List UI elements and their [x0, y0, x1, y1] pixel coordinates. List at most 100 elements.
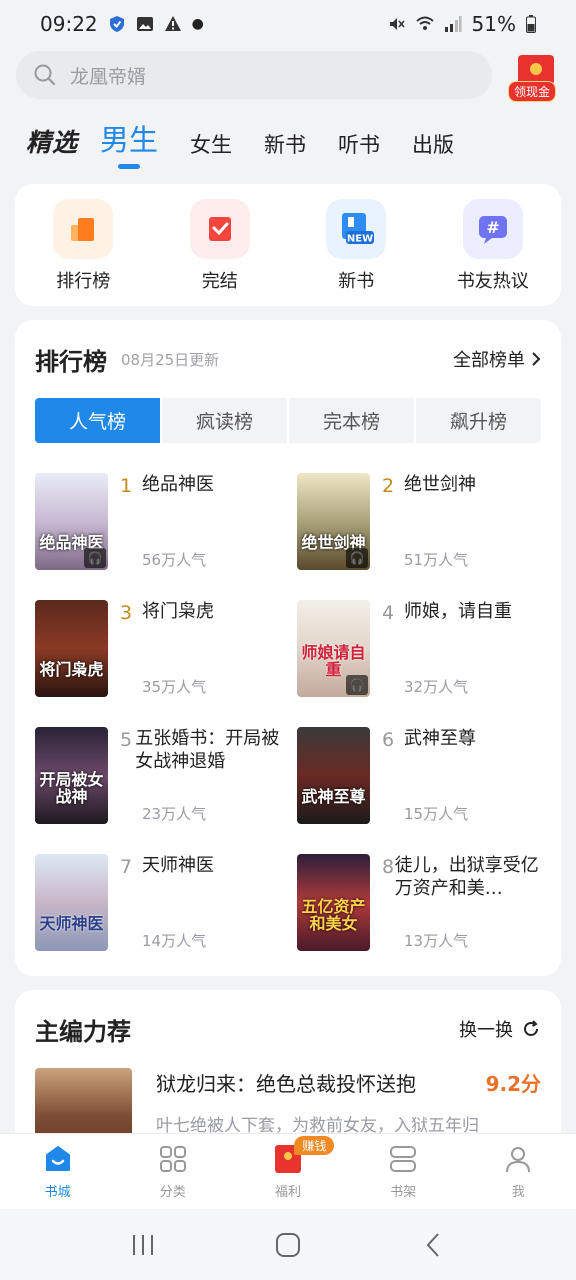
popularity-count: 15万人气: [404, 805, 469, 823]
status-bar: 09:22 ● 51%: [0, 0, 576, 48]
cover-title: 将门枭虎: [39, 660, 104, 680]
quick-entry-label: 新书: [338, 271, 375, 292]
book-cover: 将门枭虎: [35, 600, 108, 697]
rank-number: 7: [120, 856, 133, 878]
back-button[interactable]: [413, 1225, 453, 1265]
home-button[interactable]: [268, 1225, 308, 1265]
search-input[interactable]: 龙凰帝婿: [16, 51, 492, 99]
all-rankings-link[interactable]: 全部榜单: [453, 346, 541, 372]
finished-icon: [189, 199, 250, 259]
ranking-item[interactable]: 绝品神医 🎧 1 绝品神医 56万人气: [35, 473, 297, 570]
ranking-item[interactable]: 开局被女战神 5 五张婚书：开局被女战神退婚 23万人气: [35, 727, 297, 824]
ranking-icon: [53, 199, 114, 259]
discussion-icon: #: [462, 199, 523, 259]
recent-apps-button[interactable]: [123, 1225, 163, 1265]
quick-entry-ranking[interactable]: 排行榜: [28, 199, 138, 306]
svg-text:#: #: [486, 218, 499, 237]
tab-new-books[interactable]: 新书: [264, 129, 306, 175]
warning-icon: [164, 16, 181, 31]
rank-number: 3: [120, 602, 133, 624]
editor-pick-header: 主编力荐 换一换: [35, 990, 541, 1068]
nav-bookshelf[interactable]: 书架: [346, 1134, 461, 1209]
ranking-header: 排行榜 08月25日更新 全部榜单: [35, 320, 541, 398]
chevron-right-icon: [532, 352, 541, 366]
rank-number: 4: [382, 602, 395, 624]
quick-entry-new-books[interactable]: NEW 新书: [301, 199, 411, 306]
tab-published[interactable]: 出版: [412, 129, 454, 175]
tab-featured[interactable]: 精选: [26, 123, 78, 175]
gallery-icon: [136, 17, 153, 31]
system-nav-bar: [0, 1209, 576, 1280]
ranking-panel: 排行榜 08月25日更新 全部榜单 人气榜 疯读榜 完本榜 飙升榜 绝品神医 🎧…: [15, 320, 561, 976]
book-title: 徒儿，出狱享受亿万资产和美…: [394, 855, 539, 900]
tab-popularity[interactable]: 人气榜: [35, 398, 162, 443]
nav-label: 我: [511, 1185, 525, 1200]
popularity-count: 32万人气: [404, 678, 469, 696]
popularity-count: 14万人气: [142, 932, 207, 950]
profile-icon: [501, 1143, 535, 1175]
refresh-button[interactable]: 换一换: [459, 1016, 541, 1042]
home-icon: [275, 1232, 300, 1257]
book-cover: 师娘请自重 🎧: [297, 600, 370, 697]
signal-icon: [444, 16, 462, 32]
book-cover: 武神至尊: [297, 727, 370, 824]
popularity-count: 13万人气: [404, 932, 469, 950]
quick-entry-label: 书友热议: [456, 271, 529, 292]
ranking-list: 绝品神医 🎧 1 绝品神医 56万人气 绝世剑神 🎧 2 绝世剑神 51万人气 将门…: [35, 473, 541, 951]
tab-completed[interactable]: 完本榜: [289, 398, 416, 443]
quick-entry-finished[interactable]: 完结: [165, 199, 275, 306]
ranking-item[interactable]: 师娘请自重 🎧 4 师娘，请自重 32万人气: [297, 600, 541, 697]
cover-title: 天师神医: [39, 914, 104, 934]
recent-apps-icon: [132, 1234, 153, 1255]
cover-title: 师娘请自重: [301, 643, 366, 680]
shield-icon: [109, 16, 124, 32]
ranking-item[interactable]: 绝世剑神 🎧 2 绝世剑神 51万人气: [297, 473, 541, 570]
search-icon: [34, 64, 56, 86]
popularity-count: 35万人气: [142, 678, 207, 696]
headphones-icon: 🎧: [346, 675, 368, 695]
book-cover: 开局被女战神: [35, 727, 108, 824]
editor-pick-title: 主编力荐: [35, 1017, 131, 1046]
battery-icon: [526, 15, 536, 33]
nav-label: 书城: [44, 1185, 71, 1200]
book-title: 武神至尊: [404, 728, 476, 749]
quick-entry-label: 排行榜: [56, 271, 111, 292]
book-title: 五张婚书：开局被女战神退婚: [135, 728, 280, 773]
book-cover: 五亿资产和美女: [297, 854, 370, 951]
bookshelf-icon: [386, 1143, 420, 1175]
cover-title: 武神至尊: [301, 787, 366, 807]
ranking-updated-date: 08月25日更新: [121, 350, 220, 369]
nav-welfare[interactable]: 赚钱 福利: [230, 1134, 345, 1209]
tab-male[interactable]: 男生: [100, 117, 158, 175]
book-cover: 绝品神医 🎧: [35, 473, 108, 570]
ranking-item[interactable]: 将门枭虎 3 将门枭虎 35万人气: [35, 600, 297, 697]
headphones-icon: 🎧: [346, 548, 368, 568]
category-icon: [156, 1143, 190, 1175]
ranking-title: 排行榜: [35, 347, 107, 376]
quick-entry-discussion[interactable]: # 书友热议: [438, 199, 548, 306]
popularity-count: 56万人气: [142, 551, 207, 569]
category-tabs: 精选 男生 女生 新书 听书 出版: [26, 115, 486, 175]
nav-category[interactable]: 分类: [115, 1134, 230, 1209]
cash-reward-label: 领现金: [508, 81, 557, 102]
tab-audiobooks[interactable]: 听书: [338, 129, 380, 175]
book-title: 天师神医: [142, 855, 214, 876]
nav-profile[interactable]: 我: [461, 1134, 576, 1209]
ranking-item[interactable]: 五亿资产和美女 8 徒儿，出狱享受亿万资产和美… 13万人气: [297, 854, 541, 951]
tab-female[interactable]: 女生: [190, 129, 232, 175]
popularity-count: 51万人气: [404, 551, 469, 569]
cover-title: 开局被女战神: [39, 770, 104, 807]
search-placeholder: 龙凰帝婿: [70, 65, 147, 88]
tab-rising[interactable]: 飙升榜: [416, 398, 541, 443]
earn-money-badge: 赚钱: [294, 1136, 335, 1155]
ranking-item[interactable]: 天师神医 7 天师神医 14万人气: [35, 854, 297, 951]
ranking-item[interactable]: 武神至尊 6 武神至尊 15万人气: [297, 727, 541, 824]
tab-trending-reads[interactable]: 疯读榜: [162, 398, 289, 443]
nav-bookstore[interactable]: 书城: [0, 1134, 115, 1209]
headphones-icon: 🎧: [84, 548, 106, 568]
refresh-icon: [524, 1020, 538, 1036]
back-icon: [426, 1232, 440, 1257]
cash-reward-button[interactable]: 领现金: [508, 51, 560, 102]
book-title: 绝世剑神: [404, 474, 476, 495]
nav-label: 福利: [275, 1185, 302, 1200]
